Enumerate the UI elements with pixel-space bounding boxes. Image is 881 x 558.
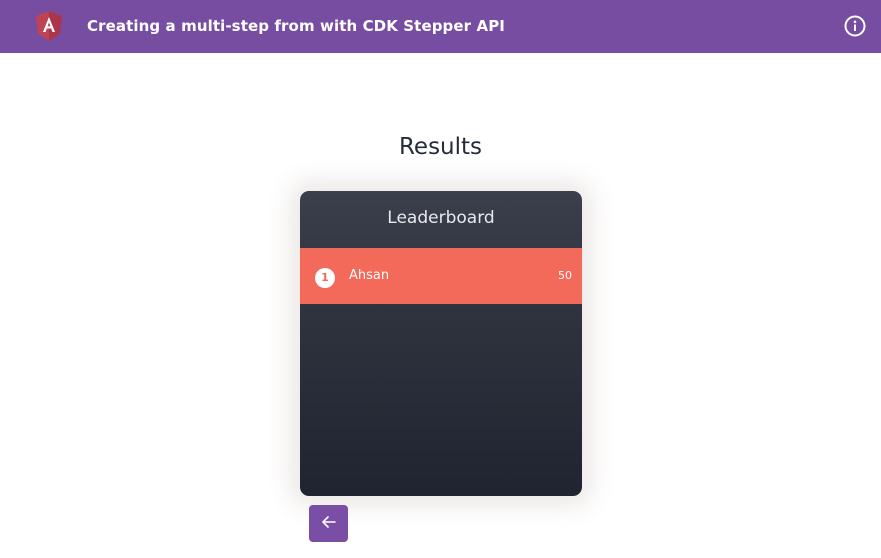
rank-badge: 1 — [315, 268, 335, 288]
info-circle-icon[interactable] — [844, 15, 866, 37]
player-name: Ahsan — [349, 268, 390, 283]
app-header: Creating a multi-step from with CDK Step… — [0, 0, 881, 53]
angular-logo-icon — [34, 10, 64, 42]
back-button[interactable] — [309, 505, 348, 542]
leaderboard-card: Leaderboard 1 Ahsan 50 — [300, 191, 582, 496]
leaderboard-title: Leaderboard — [387, 208, 495, 228]
app-title: Creating a multi-step from with CDK Step… — [87, 17, 505, 35]
arrow-left-icon — [321, 516, 336, 531]
player-score: 50 — [558, 269, 572, 282]
page-title: Results — [398, 134, 483, 160]
leaderboard-row: 1 Ahsan 50 — [300, 248, 582, 304]
